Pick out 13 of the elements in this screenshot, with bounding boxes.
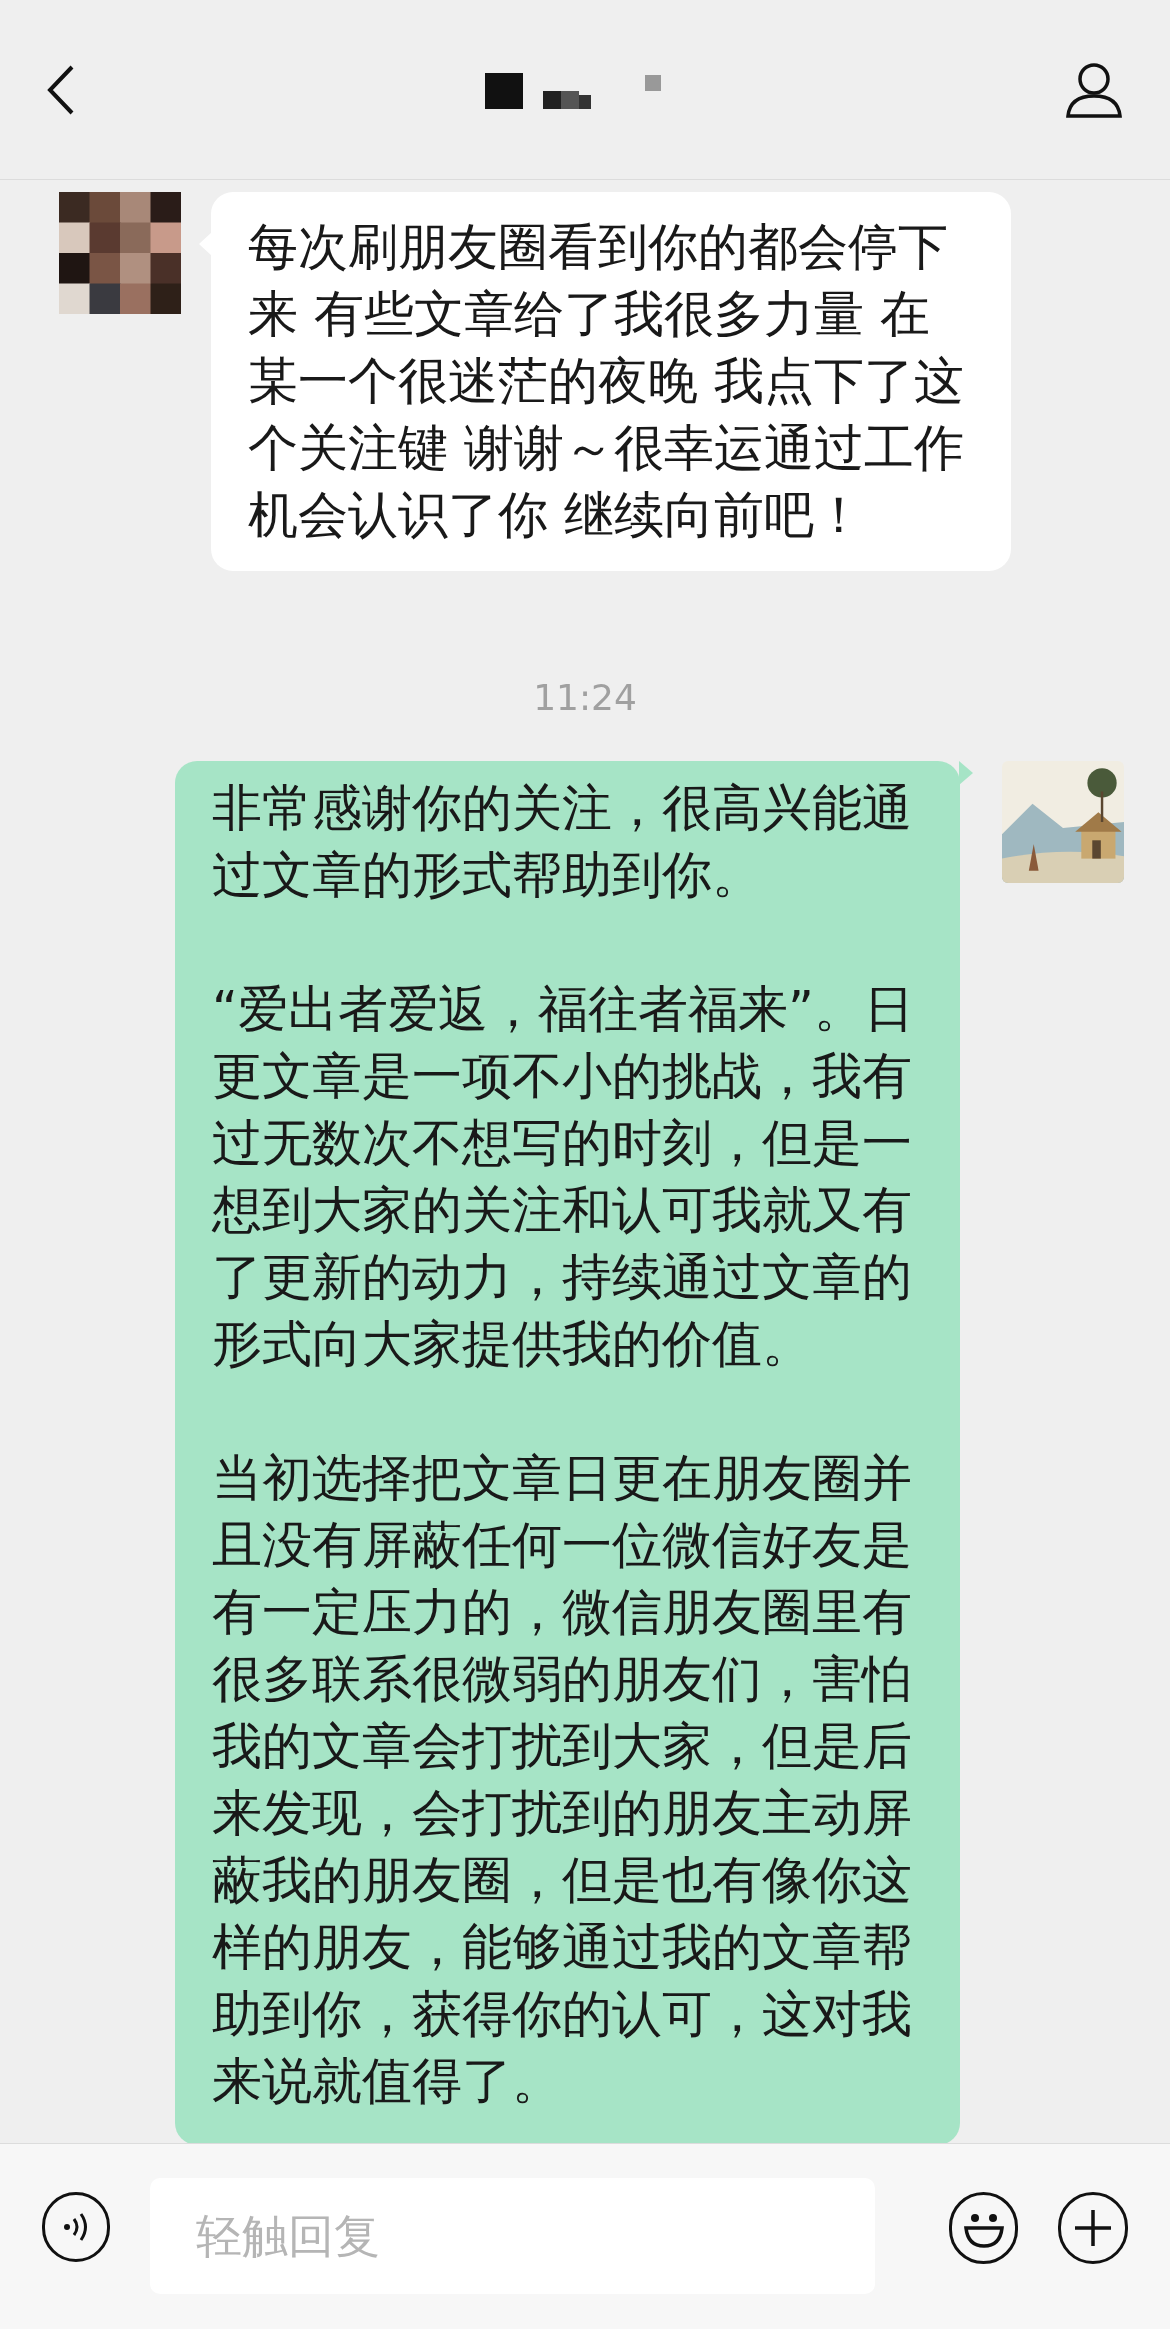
message-text: 每次刷朋友圈看到你的都会停下来 有些文章给了我很多力量 在某一个很迷茫的夜晚 我点下了这个关注键 谢谢～很幸运通过工作机会认识了你 继续向前吧！ xyxy=(248,217,965,546)
plus-button[interactable] xyxy=(1058,2192,1128,2264)
message-text: 当初选择把文章日更在朋友圈并且没有屏蔽任何一位微信好友是有一定压力的，微信朋友圈里有很多联系很微弱的朋友们，害怕我的文章会打扰到大家，但是后来发现，会打扰到的朋友主动屏蔽我的朋友圈，但是也有像你这样的朋友，能够通过我的文章帮助到你，获得你的认可，这对我来说就值得了。 xyxy=(212,1448,913,2112)
emoji-button[interactable] xyxy=(948,2192,1019,2264)
message-text: 非常感谢你的关注，很高兴能通过文章的形式帮助到你。 xyxy=(212,778,913,906)
timestamp: 11:24 xyxy=(533,676,637,720)
message-text: “爱出者爱返，福往者福来”。日更文章是一项不小的挑战，我有过无数次不想写的时刻，但是一想到大家的关注和认可我就又有了更新的动力，持续通过文章的形式向大家提供我的价值。 xyxy=(212,979,915,1375)
back-icon xyxy=(46,63,76,116)
reply-input-field[interactable]: 轻触回复 xyxy=(149,2178,875,2294)
voice-button[interactable] xyxy=(42,2192,110,2262)
plus-icon xyxy=(1073,2208,1114,2248)
avatar-mosaic-icon xyxy=(59,192,181,314)
person-icon xyxy=(1065,61,1123,118)
